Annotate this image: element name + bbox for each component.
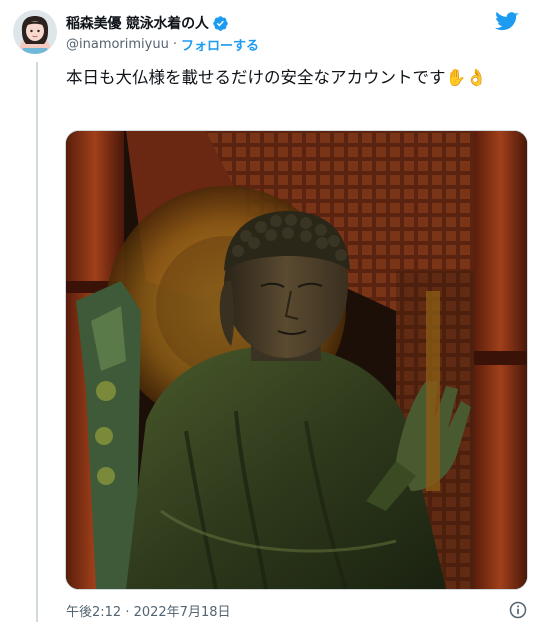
info-icon[interactable] (508, 600, 528, 620)
tweet-header: 稲森美優 競泳水着の人 @inamorimiyuu · フォローする (13, 10, 533, 54)
display-name[interactable]: 稲森美優 競泳水着の人 (66, 13, 209, 33)
separator-dot: · (172, 37, 177, 52)
tweet-text: 本日も大仏様を載せるだけの安全なアカウントです✋👌 (66, 68, 487, 87)
tweet-card: 稲森美優 競泳水着の人 @inamorimiyuu · フォローする 本日も大仏… (0, 0, 543, 630)
twitter-bird-icon[interactable] (495, 10, 519, 32)
author-names: 稲森美優 競泳水着の人 @inamorimiyuu · フォローする (66, 13, 259, 54)
follow-button[interactable]: フォローする (181, 35, 259, 54)
handle-row: @inamorimiyuu · フォローする (66, 35, 259, 54)
display-name-row: 稲森美優 競泳水着の人 (66, 13, 259, 33)
avatar-image (13, 10, 57, 54)
avatar[interactable] (13, 10, 57, 54)
buddha-statue-image (66, 131, 527, 589)
tweet-photo[interactable] (65, 130, 528, 590)
verified-badge-icon (212, 15, 228, 31)
timestamp[interactable]: 午後2:12 · 2022年7月18日 (66, 601, 231, 620)
tweet-footer: 午後2:12 · 2022年7月18日 (66, 600, 528, 620)
thread-line (36, 62, 38, 622)
author-handle[interactable]: @inamorimiyuu (66, 37, 169, 52)
